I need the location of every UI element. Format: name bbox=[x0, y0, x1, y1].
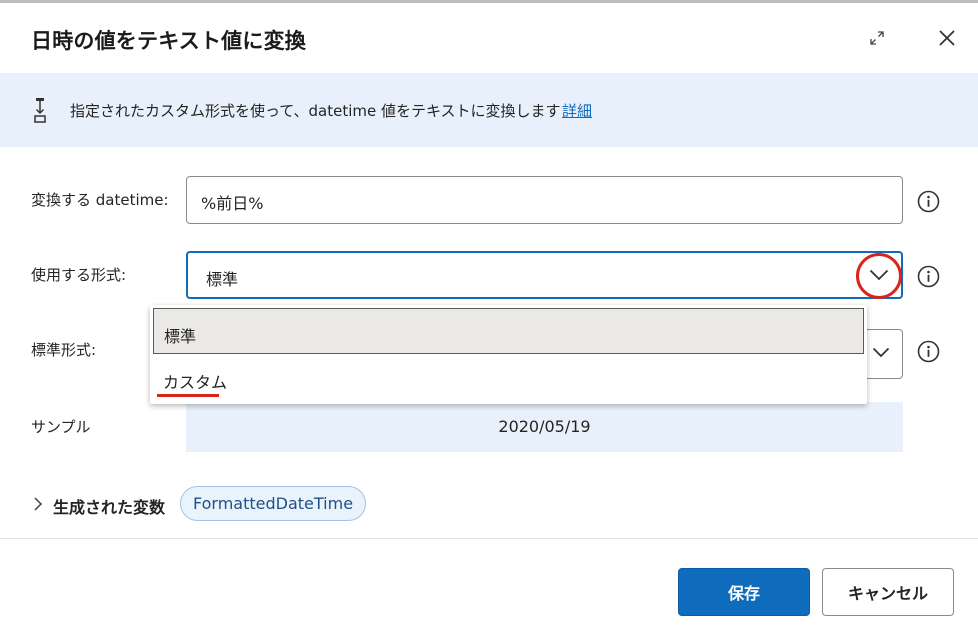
convert-datetime-dialog: 日時の値をテキスト値に変換 指定されたカスタム形式を使って、datetime 値… bbox=[0, 3, 978, 640]
close-icon bbox=[939, 30, 955, 46]
format-select[interactable]: 標準 bbox=[186, 251, 903, 299]
chevron-down-icon bbox=[872, 347, 890, 357]
format-dropdown-list: 標準 カスタム bbox=[150, 305, 867, 404]
description-banner: 指定されたカスタム形式を使って、datetime 値をテキストに変換します 詳細 bbox=[0, 73, 978, 147]
dialog-title: 日時の値をテキスト値に変換 bbox=[31, 29, 306, 53]
sample-value: 2020/05/19 bbox=[498, 417, 591, 436]
sample-label: サンプル bbox=[31, 418, 91, 436]
chevron-down-icon bbox=[869, 269, 889, 281]
banner-text: 指定されたカスタム形式を使って、datetime 値をテキストに変換します bbox=[70, 102, 561, 120]
variable-chip[interactable]: FormattedDateTime bbox=[180, 486, 367, 521]
standard-format-label: 標準形式: bbox=[31, 341, 97, 359]
info-icon[interactable] bbox=[917, 265, 940, 288]
datetime-input[interactable]: %前日% bbox=[186, 176, 903, 224]
format-select-value: 標準 bbox=[206, 270, 239, 289]
chevron-right-icon[interactable] bbox=[31, 496, 45, 512]
datetime-input-value: %前日% bbox=[201, 194, 264, 213]
datetime-label: 変換する datetime: bbox=[31, 191, 169, 209]
dropdown-option-standard[interactable]: 標準 bbox=[153, 308, 864, 354]
dropdown-option-label: カスタム bbox=[163, 373, 228, 392]
cancel-button[interactable]: キャンセル bbox=[822, 568, 954, 616]
expand-button[interactable] bbox=[864, 25, 890, 51]
highlight-underline bbox=[157, 394, 219, 397]
close-button[interactable] bbox=[933, 24, 961, 52]
info-icon[interactable] bbox=[917, 190, 940, 213]
footer-divider bbox=[0, 538, 978, 539]
save-button[interactable]: 保存 bbox=[678, 568, 810, 616]
sample-preview: 2020/05/19 bbox=[186, 402, 903, 452]
standard-format-dropdown-button[interactable] bbox=[865, 336, 897, 368]
dropdown-option-label: 標準 bbox=[164, 327, 197, 346]
info-icon[interactable] bbox=[917, 340, 940, 363]
generated-variables-toggle[interactable]: 生成された変数 bbox=[53, 494, 165, 518]
details-link[interactable]: 詳細 bbox=[562, 100, 592, 121]
format-label: 使用する形式: bbox=[31, 266, 127, 284]
format-dropdown-button[interactable] bbox=[863, 259, 895, 291]
flow-step-icon bbox=[34, 98, 46, 123]
expand-icon bbox=[870, 31, 884, 45]
dropdown-option-custom[interactable]: カスタム bbox=[150, 357, 867, 401]
